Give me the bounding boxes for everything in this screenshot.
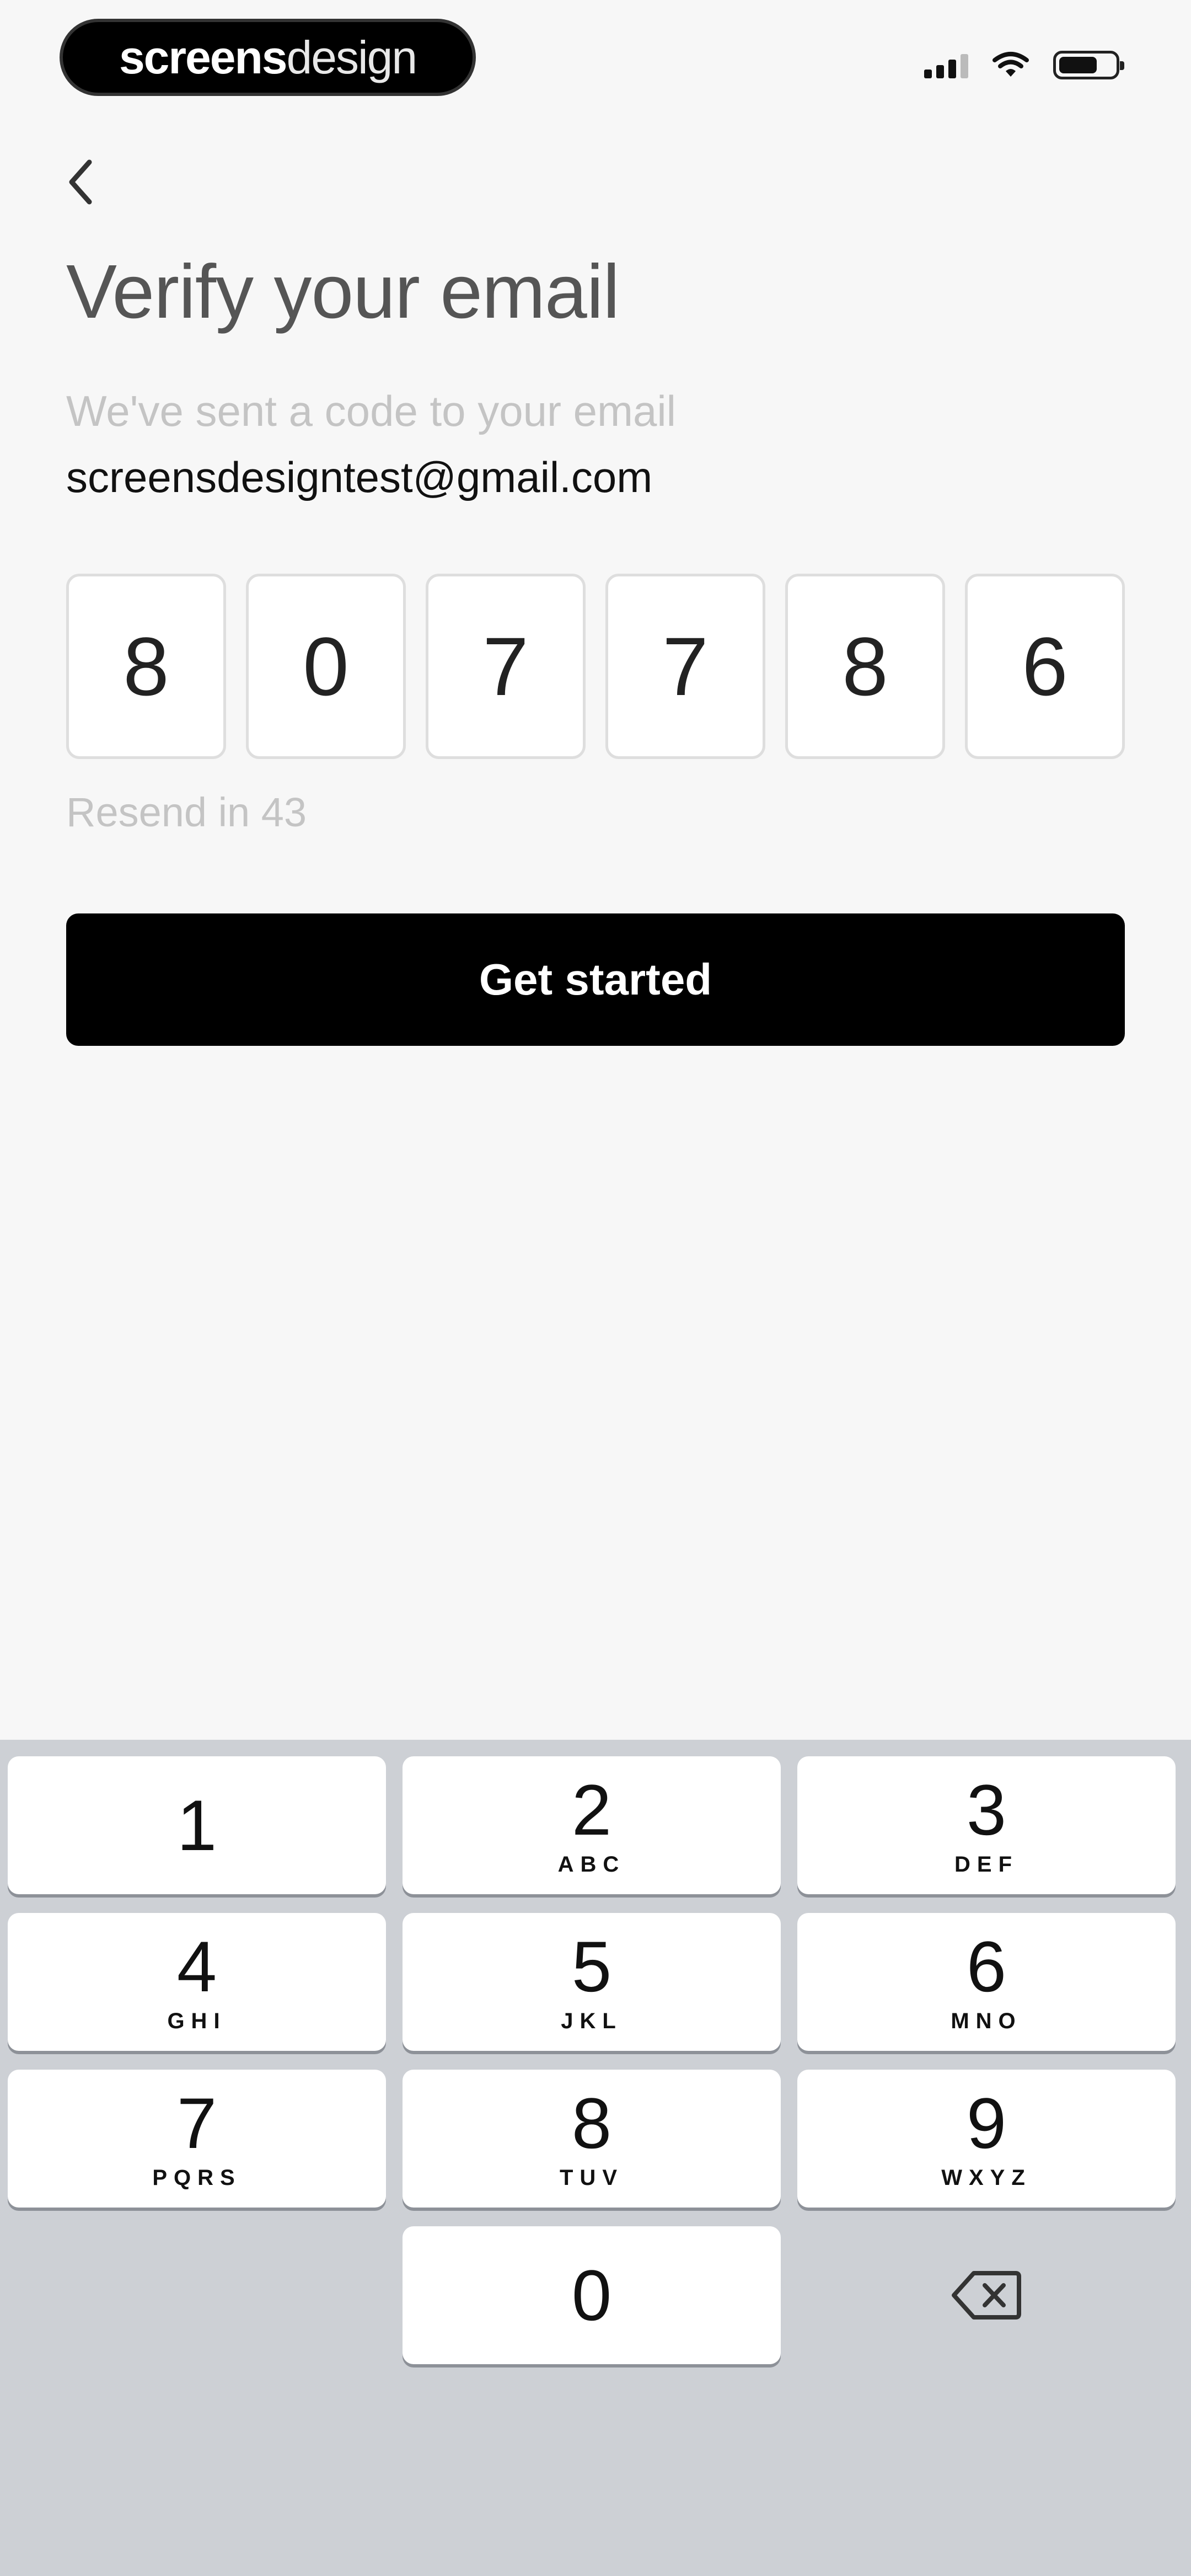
key-letters: DEF [954, 1852, 1018, 1877]
key-letters: JKL [561, 2008, 623, 2033]
status-icons [924, 51, 1124, 79]
brand-light-text: design [286, 31, 418, 83]
key-digit: 2 [571, 1769, 612, 1850]
key-0[interactable]: 0 [403, 2226, 781, 2364]
status-bar: screens design [0, 0, 1191, 110]
key-digit: 7 [176, 2082, 217, 2163]
verify-email-screen: screens design Verify your email We've se… [0, 0, 1191, 2576]
chevron-left-icon [69, 159, 92, 205]
key-digit: 0 [571, 2255, 612, 2335]
battery-icon [1053, 51, 1124, 79]
key-letters: PQRS [152, 2165, 242, 2190]
backspace-icon [952, 2271, 1021, 2320]
cellular-signal-icon [924, 52, 968, 78]
key-digit: 6 [966, 1926, 1007, 2007]
delete-key[interactable] [797, 2226, 1176, 2364]
key-2[interactable]: 2 ABC [403, 1756, 781, 1894]
key-6[interactable]: 6 MNO [797, 1913, 1176, 2051]
code-digit-box[interactable]: 0 [246, 574, 406, 759]
brand-bold-text: screens [119, 31, 288, 83]
key-9[interactable]: 9 WXYZ [797, 2070, 1176, 2208]
code-digit-box[interactable]: 7 [426, 574, 586, 759]
key-digit: 1 [176, 1785, 217, 1866]
key-letters: MNO [951, 2008, 1022, 2033]
wifi-icon [993, 52, 1029, 77]
key-1[interactable]: 1 [8, 1756, 386, 1894]
key-letters: TUV [560, 2165, 624, 2190]
code-digit-box[interactable]: 6 [965, 574, 1125, 759]
key-digit: 3 [966, 1769, 1007, 1850]
code-digit-box[interactable]: 7 [605, 574, 765, 759]
get-started-button[interactable]: Get started [66, 913, 1125, 1046]
key-letters: WXYZ [941, 2165, 1032, 2190]
key-letters: GHI [167, 2008, 227, 2033]
code-digit-box[interactable]: 8 [66, 574, 226, 759]
verification-code-input: 8 0 7 7 8 6 [66, 574, 1125, 761]
key-digit: 9 [966, 2082, 1007, 2163]
back-button[interactable] [61, 149, 127, 215]
key-8[interactable]: 8 TUV [403, 2070, 781, 2208]
key-digit: 5 [571, 1926, 612, 2007]
numeric-keypad: 1 2 ABC 3 DEF 4 GHI 5 JKL 6 MNO 7 PQRS 8… [0, 1740, 1191, 2576]
brand-badge: screens design [60, 19, 476, 96]
key-digit: 8 [571, 2082, 612, 2163]
key-letters: ABC [557, 1852, 626, 1877]
code-digit-box[interactable]: 8 [785, 574, 945, 759]
key-7[interactable]: 7 PQRS [8, 2070, 386, 2208]
key-digit: 4 [176, 1926, 217, 2007]
key-4[interactable]: 4 GHI [8, 1913, 386, 2051]
subtitle: We've sent a code to your email [66, 387, 677, 435]
email-address: screensdesigntest@gmail.com [66, 453, 653, 501]
resend-countdown: Resend in 43 [66, 789, 307, 835]
page-title: Verify your email [66, 249, 620, 334]
key-5[interactable]: 5 JKL [403, 1913, 781, 2051]
key-3[interactable]: 3 DEF [797, 1756, 1176, 1894]
